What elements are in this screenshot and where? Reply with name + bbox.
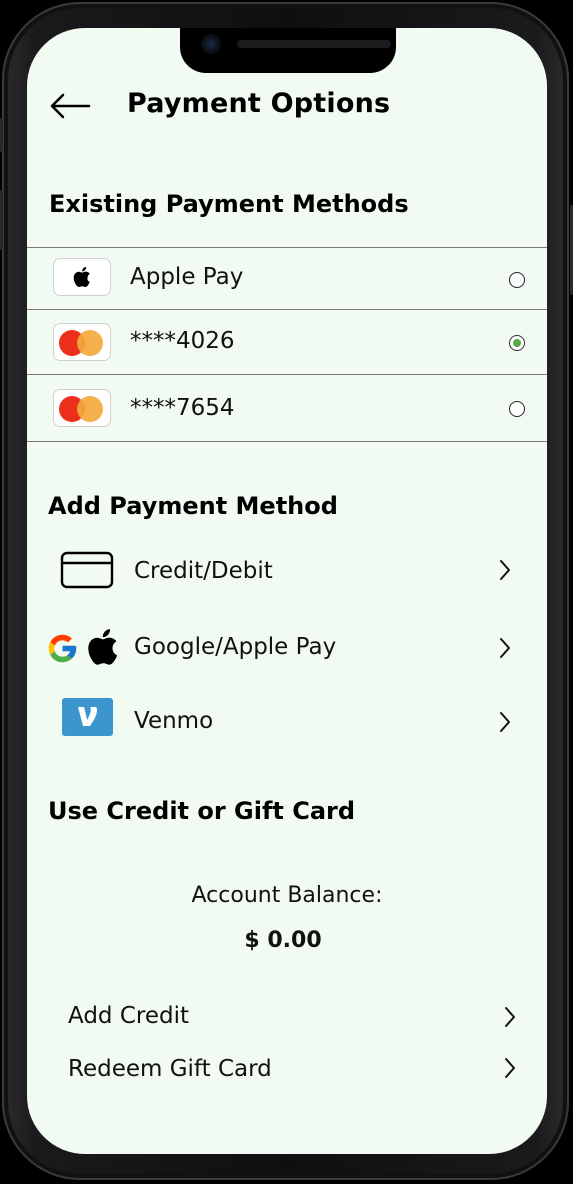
add-option-label: Google/Apple Pay	[134, 634, 337, 660]
radio-button-selected[interactable]	[509, 335, 525, 351]
mastercard-icon	[53, 389, 111, 427]
existing-methods-heading: Existing Payment Methods	[49, 190, 409, 218]
phone-side-button	[0, 190, 3, 250]
add-credit-label: Add Credit	[68, 1003, 190, 1029]
add-google-apple-pay-row[interactable]: Google/Apple Pay	[27, 620, 547, 676]
add-venmo-row[interactable]: Venmo	[27, 694, 547, 750]
chevron-right-icon	[500, 560, 510, 580]
page-title: Payment Options	[127, 88, 391, 119]
payment-method-card-7654[interactable]: ****7654	[27, 374, 547, 442]
payment-method-label: ****7654	[130, 395, 235, 421]
radio-button[interactable]	[509, 272, 525, 288]
payment-method-label: ****4026	[130, 328, 235, 354]
apple-logo-icon	[88, 629, 118, 665]
payment-method-label: Apple Pay	[130, 264, 244, 290]
redeem-gift-card-row[interactable]: Redeem Gift Card	[27, 1051, 547, 1091]
venmo-icon	[62, 698, 113, 736]
add-credit-debit-row[interactable]: Credit/Debit	[27, 544, 547, 600]
account-balance-label: Account Balance:	[191, 883, 383, 908]
credit-card-icon	[60, 551, 114, 589]
add-option-label: Venmo	[134, 708, 214, 734]
add-option-label: Credit/Debit	[134, 558, 273, 584]
notch	[180, 28, 396, 73]
chevron-right-icon	[500, 638, 510, 658]
earpiece-speaker	[237, 40, 391, 48]
mastercard-icon	[53, 323, 111, 361]
mastercard-yellow-circle	[77, 396, 103, 422]
chevron-right-icon	[505, 1007, 515, 1027]
app-screen: Payment Options Existing Payment Methods…	[27, 28, 547, 1154]
chevron-right-icon	[500, 712, 510, 732]
payment-method-apple-pay[interactable]: Apple Pay	[27, 247, 547, 310]
back-button[interactable]	[49, 92, 91, 120]
google-logo-icon	[48, 634, 77, 663]
mastercard-yellow-circle	[77, 330, 103, 356]
radio-button[interactable]	[509, 401, 525, 417]
account-balance-value: $ 0.00	[244, 928, 322, 953]
phone-side-button	[0, 118, 3, 152]
add-credit-row[interactable]: Add Credit	[27, 998, 547, 1038]
front-camera	[201, 34, 221, 54]
chevron-right-icon	[505, 1058, 515, 1078]
add-method-heading: Add Payment Method	[48, 492, 338, 520]
back-arrow-icon	[50, 93, 91, 119]
apple-logo-icon	[53, 258, 111, 296]
redeem-gift-card-label: Redeem Gift Card	[68, 1056, 272, 1082]
credit-gift-heading: Use Credit or Gift Card	[48, 797, 356, 825]
payment-method-card-4026[interactable]: ****4026	[27, 309, 547, 374]
